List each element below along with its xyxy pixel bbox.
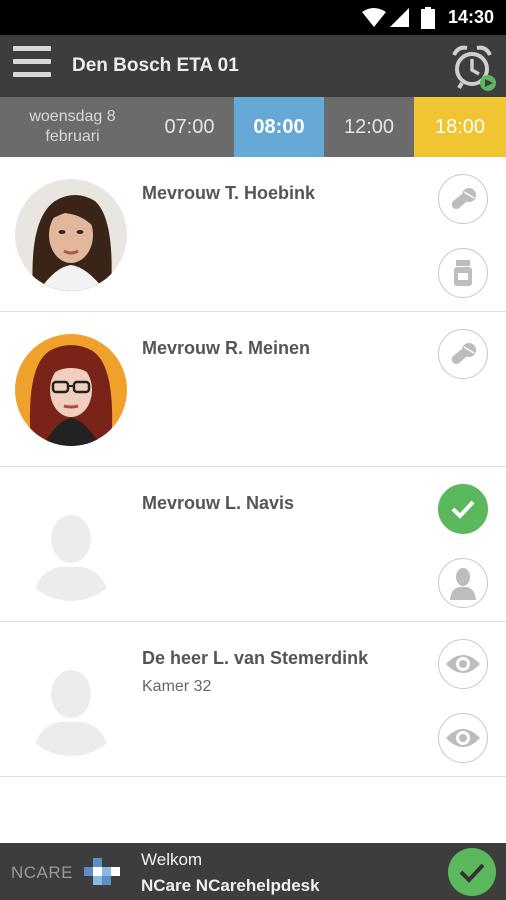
battery-icon — [421, 7, 435, 29]
user-name: NCare NCarehelpdesk — [141, 876, 320, 895]
medicine-bottle-button[interactable] — [438, 248, 488, 298]
pills-button[interactable] — [438, 329, 488, 379]
signal-icon — [390, 8, 409, 27]
app-bar: Den Bosch ETA 01 — [0, 35, 506, 97]
time-slot-1200[interactable]: 12:00 — [324, 97, 414, 157]
client-name: De heer L. van Stemerdink — [142, 648, 369, 668]
client-name: Mevrouw T. Hoebink — [142, 183, 316, 203]
page-title: Den Bosch ETA 01 — [72, 55, 239, 76]
room-number: Kamer 32 — [142, 678, 212, 695]
client-row[interactable]: Mevrouw T. Hoebink — [0, 157, 506, 312]
hamburger-menu-icon[interactable] — [13, 46, 51, 86]
time-slot-bar: woensdag 8 februari 07:00 08:00 12:00 18… — [0, 97, 506, 157]
time-slot-0700[interactable]: 07:00 — [145, 97, 234, 157]
avatar-photo — [15, 179, 127, 291]
check-icon — [459, 863, 485, 883]
date-label: woensdag 8 februari — [0, 97, 145, 157]
time-slot-0800[interactable]: 08:00 — [234, 97, 324, 157]
eye-icon — [446, 729, 480, 747]
pills-icon — [451, 343, 476, 365]
time-slot-1800[interactable]: 18:00 — [414, 97, 506, 157]
client-list: Mevrouw T. Hoebink Mevrouw R. Meinen Mev… — [0, 157, 506, 777]
ncare-logo: NCARE — [11, 857, 127, 887]
pills-button[interactable] — [438, 174, 488, 224]
avatar-placeholder — [15, 644, 127, 756]
client-row[interactable]: De heer L. van Stemerdink Kamer 32 — [0, 622, 506, 777]
clock-time: 14:30 — [447, 7, 494, 27]
avatar-placeholder — [15, 489, 127, 601]
status-bar: 14:30 — [0, 0, 506, 35]
client-row[interactable]: Mevrouw R. Meinen — [0, 312, 506, 467]
eye-icon — [446, 655, 480, 673]
avatar-photo — [15, 334, 127, 446]
person-button[interactable] — [438, 558, 488, 608]
logo-text: NCARE — [11, 863, 74, 882]
wifi-icon — [362, 8, 386, 27]
person-icon — [450, 568, 476, 600]
client-row[interactable]: Mevrouw L. Navis — [0, 467, 506, 622]
completed-button[interactable] — [438, 484, 488, 534]
client-name: Mevrouw L. Navis — [142, 493, 295, 513]
pills-icon — [451, 188, 476, 210]
check-icon — [451, 500, 475, 519]
welcome-text: Welkom — [141, 850, 203, 869]
date-month: februari — [45, 128, 100, 145]
eye-button[interactable] — [438, 639, 488, 689]
footer-bar: NCARE Welkom NCare NCarehelpdesk — [0, 843, 506, 900]
confirm-button[interactable] — [448, 848, 496, 896]
logo-cross-icon — [84, 858, 120, 885]
alarm-clock-icon[interactable] — [450, 43, 498, 91]
eye-button[interactable] — [438, 713, 488, 763]
date-weekday: woensdag 8 — [29, 108, 116, 125]
client-name: Mevrouw R. Meinen — [142, 338, 311, 358]
medicine-bottle-icon — [454, 260, 472, 286]
